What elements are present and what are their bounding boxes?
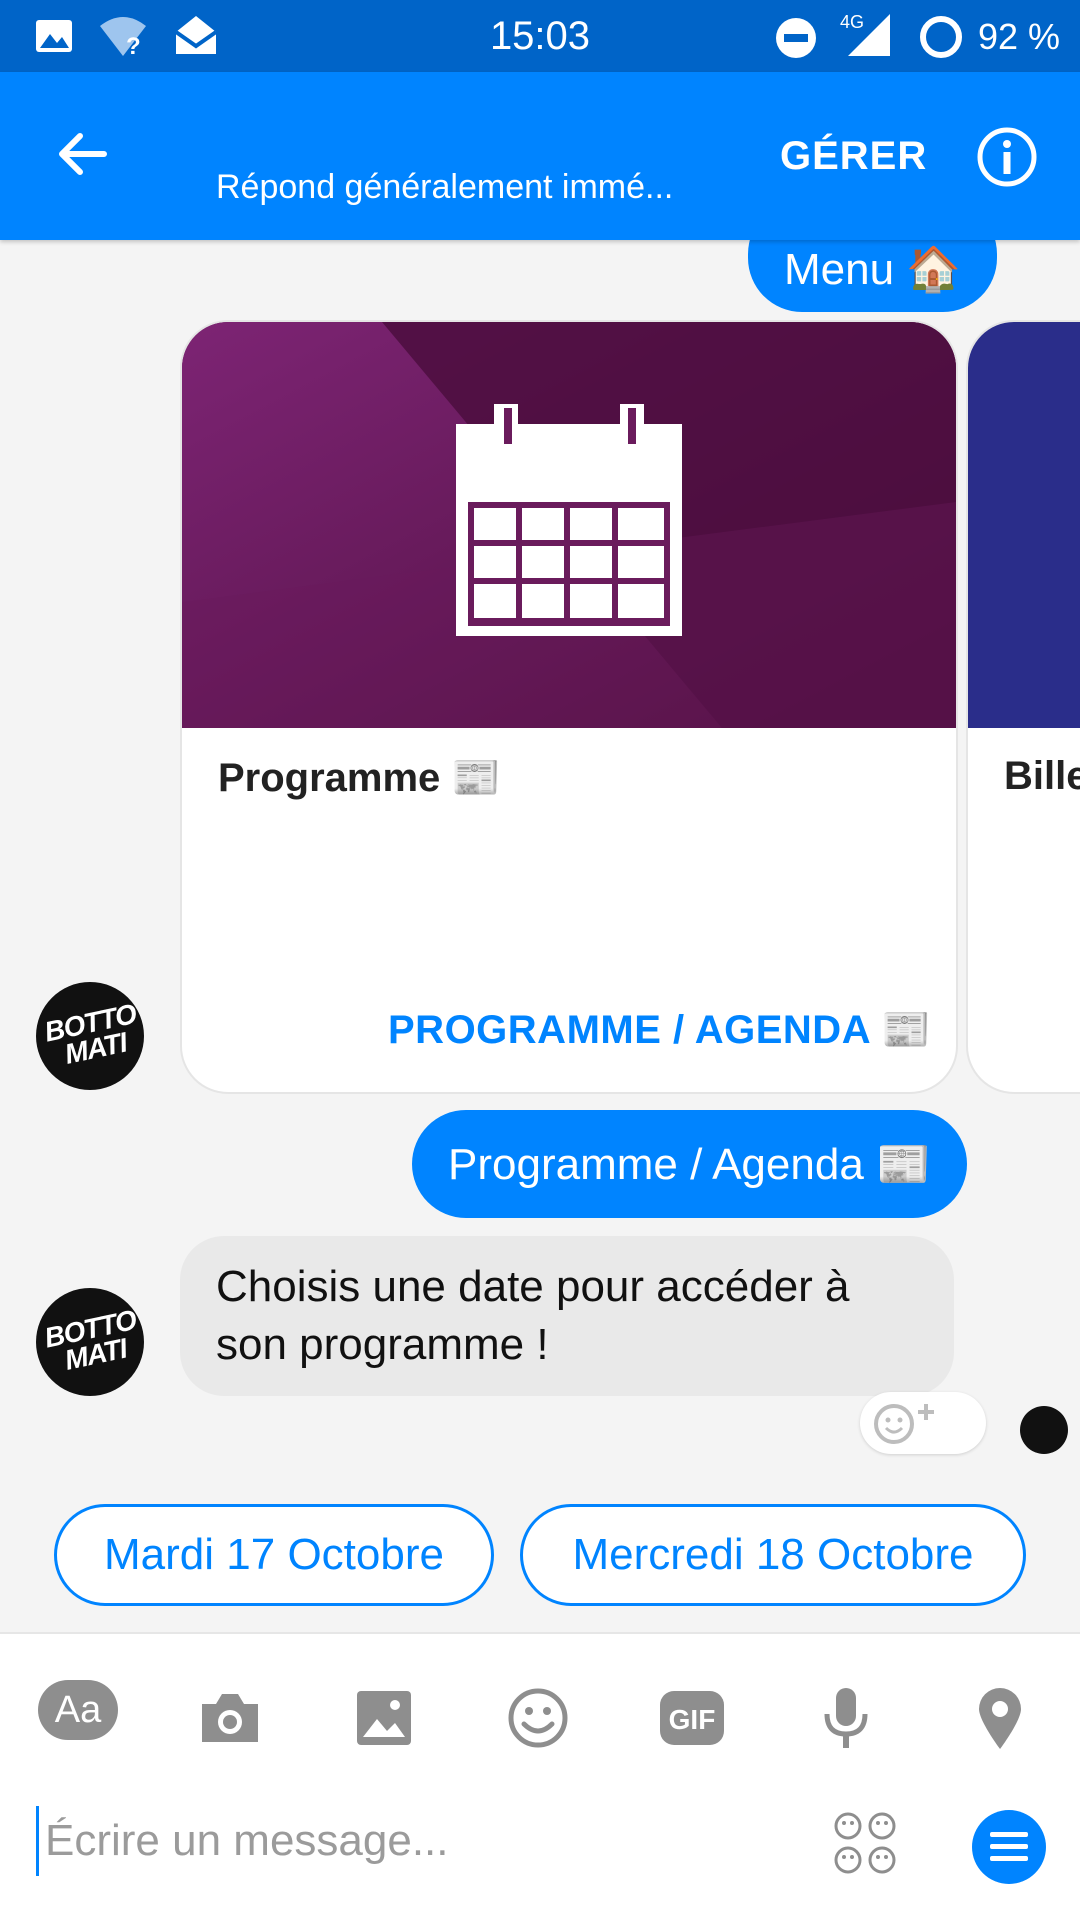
avatar-logo-text: BOTTO MATI <box>41 1304 139 1376</box>
card-title: Bille <box>1004 754 1080 798</box>
text-format-button[interactable]: Aa <box>38 1680 118 1740</box>
battery-icon <box>920 16 962 58</box>
quick-replies: Mardi 17 Octobre Mercredi 18 Octobre <box>0 1504 1080 1610</box>
back-arrow-icon <box>59 133 107 175</box>
avatar-logo-text: BOTTO MATI <box>41 998 139 1070</box>
composer: Aa GIF Écrire un message... <box>0 1632 1080 1922</box>
card-action-button[interactable]: PROGRAMME / AGENDA 📰 <box>388 1006 932 1053</box>
sticker-button[interactable] <box>832 1810 898 1881</box>
carousel-card-next[interactable]: Bille <box>966 320 1080 1094</box>
gallery-icon <box>357 1691 411 1745</box>
battery-percent: 92 % <box>977 16 1060 57</box>
info-icon <box>977 127 1037 187</box>
back-button[interactable] <box>52 124 112 189</box>
outgoing-message-menu: Menu 🏠 <box>748 240 998 312</box>
microphone-icon <box>824 1688 868 1748</box>
location-icon <box>979 1688 1021 1749</box>
availability-subtitle: Répond généralement immé... <box>216 168 674 206</box>
signal-icon: 4G <box>840 12 890 56</box>
gif-icon: GIF <box>660 1691 724 1745</box>
message-list[interactable]: Menu 🏠 Programme 📰 PROGRAMME / AGENDA 📰 … <box>0 240 1080 1632</box>
voice-button[interactable] <box>806 1678 886 1758</box>
card-image <box>182 322 956 728</box>
outgoing-message-programme: Programme / Agenda 📰 <box>412 1110 967 1218</box>
emoji-icon <box>508 1688 568 1748</box>
conversation-header: Répond généralement immé... GÉRER <box>0 72 1080 240</box>
emoji-button[interactable] <box>498 1678 578 1758</box>
status-bar: ? 15:03 4G 92 % <box>0 0 1080 72</box>
calendar-icon <box>456 404 682 636</box>
carousel-card-programme[interactable]: Programme 📰 PROGRAMME / AGENDA 📰 <box>180 320 958 1094</box>
read-receipt-avatar <box>1020 1406 1068 1454</box>
incoming-message: Choisis une date pour accéder à son prog… <box>180 1236 954 1396</box>
menu-icon <box>990 1832 1028 1861</box>
smiley-plus-icon <box>874 1404 934 1444</box>
gif-label: GIF <box>669 1704 716 1735</box>
bot-avatar[interactable]: BOTTO MATI <box>36 1288 144 1396</box>
dnd-icon <box>776 18 816 58</box>
quick-reply-mardi[interactable]: Mardi 17 Octobre <box>54 1504 494 1606</box>
bot-avatar[interactable]: BOTTO MATI <box>36 982 144 1090</box>
manage-button[interactable]: GÉRER <box>780 134 927 179</box>
camera-button[interactable] <box>190 1678 270 1758</box>
svg-text:4G: 4G <box>840 12 864 32</box>
card-image <box>968 322 1080 728</box>
gif-button[interactable]: GIF <box>652 1678 732 1758</box>
gallery-button[interactable] <box>344 1678 424 1758</box>
info-button[interactable] <box>976 126 1038 193</box>
emoji-grid-icon <box>834 1812 896 1874</box>
card-title: Programme 📰 <box>218 756 502 800</box>
location-button[interactable] <box>960 1678 1040 1758</box>
menu-button[interactable] <box>972 1810 1046 1884</box>
react-button[interactable] <box>860 1392 986 1454</box>
quick-reply-mercredi[interactable]: Mercredi 18 Octobre <box>520 1504 1026 1606</box>
message-input[interactable]: Écrire un message... <box>36 1806 805 1876</box>
camera-icon <box>202 1694 258 1742</box>
